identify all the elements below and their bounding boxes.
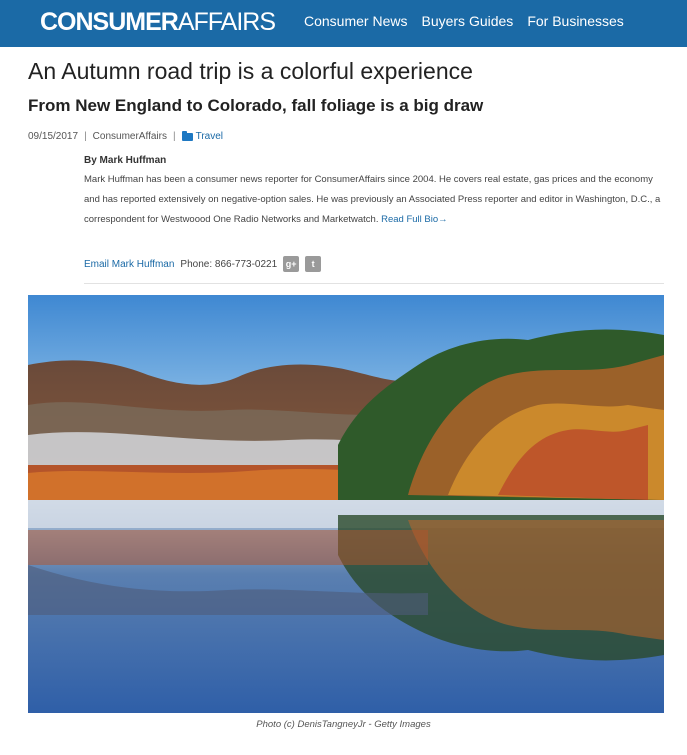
- author-byline: By Mark Huffman: [84, 155, 167, 166]
- category-label: Travel: [195, 131, 223, 142]
- author-block: By Mark Huffman Mark Huffman has been a …: [84, 155, 664, 230]
- read-full-bio-link[interactable]: Read Full Bio→: [381, 214, 448, 225]
- article-meta: 09/15/2017 | ConsumerAffairs | Travel: [28, 130, 223, 142]
- author-bio: Mark Huffman has been a consumer news re…: [84, 174, 661, 225]
- nav-consumer-news[interactable]: Consumer News: [304, 13, 407, 29]
- article-date: 09/15/2017: [28, 131, 79, 142]
- folder-icon: [181, 130, 193, 141]
- nav-for-businesses[interactable]: For Businesses: [527, 13, 623, 29]
- author-contact: Email Mark Huffman Phone: 866-773-0221 g…: [84, 256, 322, 272]
- logo-bold-text: CONSUMER: [40, 8, 179, 36]
- google-plus-icon[interactable]: g+: [283, 256, 300, 272]
- top-navigation-bar: CONSUMER AFFAIRS Consumer News Buyers Gui…: [0, 0, 687, 47]
- logo-normal-text: AFFAIRS: [177, 8, 276, 36]
- meta-separator: |: [172, 131, 176, 142]
- main-nav: Consumer News Buyers Guides For Business…: [304, 13, 638, 29]
- author-bio-wrapper: Mark Huffman has been a consumer news re…: [84, 170, 664, 230]
- article-source: ConsumerAffairs: [92, 131, 167, 142]
- site-logo[interactable]: CONSUMER AFFAIRS: [40, 8, 276, 36]
- section-divider: [84, 283, 664, 284]
- article-title: An Autumn road trip is a colorful experi…: [28, 58, 473, 84]
- article-photo: [28, 295, 664, 713]
- email-author-link[interactable]: Email Mark Huffman: [84, 259, 174, 270]
- category-link[interactable]: Travel: [181, 130, 223, 142]
- autumn-lake-illustration: [28, 295, 664, 713]
- meta-separator: |: [84, 131, 87, 142]
- twitter-icon[interactable]: t: [305, 256, 322, 272]
- article-subtitle: From New England to Colorado, fall folia…: [28, 96, 484, 115]
- author-phone: Phone: 866-773-0221: [180, 258, 278, 270]
- nav-buyers-guides[interactable]: Buyers Guides: [421, 13, 513, 29]
- photo-caption: Photo (c) DenisTangneyJr - Getty Images: [256, 719, 431, 730]
